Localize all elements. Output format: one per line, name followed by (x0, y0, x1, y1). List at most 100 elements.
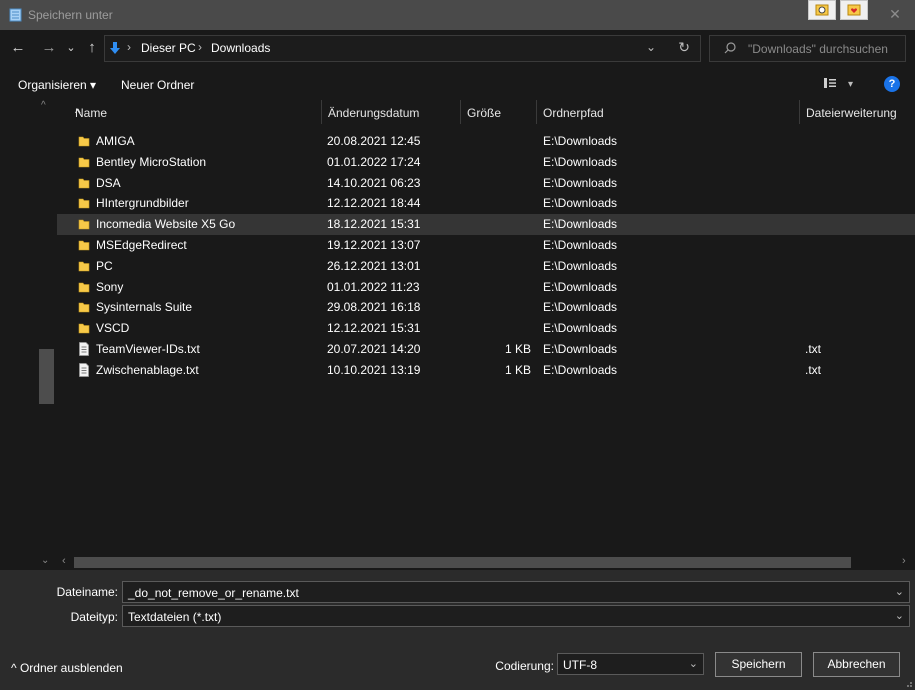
column-header-name-label: Name (75, 106, 108, 120)
file-date: 26.12.2021 13:01 (327, 258, 421, 273)
scrollbar-thumb[interactable] (39, 349, 54, 404)
file-row[interactable]: HIntergrundbilder 12.12.2021 18:44 E:\Down… (57, 193, 915, 214)
file-name: VSCD (96, 321, 130, 336)
save-button[interactable]: Speichern (715, 652, 802, 677)
file-name: HIntergrundbilder (96, 196, 189, 211)
file-name: TeamViewer-IDs.txt (96, 341, 200, 356)
file-date: 19.12.2021 13:07 (327, 237, 421, 252)
file-name: Sony (96, 279, 124, 294)
organize-menu-button[interactable]: Organisieren ▾ (18, 78, 96, 92)
file-row[interactable]: Sysinternals Suite 29.08.2021 16:18 E:\Dow… (57, 297, 915, 318)
help-icon[interactable]: ? (884, 76, 900, 92)
file-row[interactable]: Zwischenablage.txt 10.10.2021 13:19 1 KB E:… (57, 360, 915, 381)
scroll-down-icon[interactable]: ⌄ (41, 555, 49, 566)
file-row[interactable]: Incomedia Website X5 Go 18.12.2021 15:31 E… (57, 214, 915, 235)
filetype-value: Textdateien (*.txt) (128, 610, 222, 624)
file-row[interactable]: VSCD 12.12.2021 15:31 E:\Downloads (57, 318, 915, 339)
column-headers: ^ Name Änderungsdatum Größe Ordnerpfad D… (57, 100, 915, 124)
file-name: AMIGA (96, 134, 135, 148)
breadcrumb-downloads[interactable]: Downloads (211, 41, 270, 55)
file-path: E:\Downloads (543, 134, 618, 148)
close-icon[interactable]: ✕ (887, 6, 903, 22)
view-dropdown-icon[interactable]: ▾ (848, 79, 853, 90)
scroll-right-icon[interactable]: › (902, 555, 906, 567)
filename-value: _do_not_remove_or_rename.txt (128, 586, 299, 600)
file-row[interactable]: Sony 01.01.2022 11:23 E:\Downloads (57, 277, 915, 298)
text-file-icon (79, 362, 89, 377)
up-button[interactable]: ↑ (83, 39, 101, 57)
command-toolbar: Organisieren ▾ Neuer Ordner ▾ ? (0, 68, 915, 100)
filename-label: Dateiname: (56, 585, 118, 599)
file-row[interactable]: TeamViewer-IDs.txt 20.07.2021 14:20 1 KB E:… (57, 339, 915, 360)
column-header-name[interactable]: ^ Name (69, 100, 322, 124)
window-title: Speichern unter (28, 8, 113, 22)
file-row[interactable]: AMIGA 20.08.2021 12:45 E:\Downloads (57, 131, 915, 152)
folder-icon (78, 178, 90, 188)
favorite-folder-button[interactable] (840, 0, 868, 20)
scroll-left-icon[interactable]: ‹ (62, 555, 66, 567)
search-icon (724, 42, 736, 54)
file-name: Zwischenablage.txt (96, 362, 199, 377)
filetype-select[interactable]: Textdateien (*.txt) ⌄ (122, 605, 910, 627)
file-name: Bentley MicroStation (96, 154, 207, 169)
refresh-icon[interactable]: ↻ (678, 39, 690, 56)
address-bar[interactable]: › Dieser PC › Downloads ⌄ ↻ (104, 35, 701, 62)
column-header-date[interactable]: Änderungsdatum (322, 100, 461, 124)
file-date: 14.10.2021 06:23 (327, 175, 421, 190)
back-button[interactable]: ← (9, 39, 27, 57)
encoding-dropdown-icon[interactable]: ⌄ (689, 657, 698, 670)
forward-button[interactable]: → (40, 39, 58, 57)
column-header-path[interactable]: Ordnerpfad (537, 100, 800, 124)
file-path: E:\Downloads (543, 217, 618, 232)
breadcrumb-separator: › (127, 40, 131, 54)
file-path: E:\Downloads (543, 258, 618, 273)
navigation-pane-scrollbar[interactable]: ^ ⌄ (38, 100, 57, 570)
column-header-size-label: Größe (467, 106, 502, 120)
encoding-select[interactable]: UTF-8 ⌄ (557, 653, 704, 675)
column-header-date-label: Änderungsdatum (328, 106, 420, 120)
filetype-dropdown-icon[interactable]: ⌄ (895, 609, 904, 622)
file-date: 01.01.2022 17:24 (327, 154, 421, 169)
search-input[interactable]: "Downloads" durchsuchen (709, 35, 906, 62)
file-date: 12.12.2021 15:31 (327, 321, 421, 336)
file-path: E:\Downloads (543, 175, 618, 190)
file-size: 1 KB (504, 341, 531, 356)
column-header-extension[interactable]: Dateierweiterung (800, 100, 915, 124)
column-header-size[interactable]: Größe (461, 100, 537, 124)
resize-grip-icon[interactable] (903, 678, 913, 688)
column-header-path-label: Ordnerpfad (543, 106, 604, 120)
horizontal-scrollbar-thumb[interactable] (74, 557, 851, 568)
address-dropdown-icon[interactable]: ⌄ (646, 40, 656, 54)
history-dropdown-button[interactable]: ⌄ (62, 39, 80, 57)
scroll-up-icon[interactable]: ^ (41, 100, 46, 111)
file-path: E:\Downloads (543, 362, 618, 377)
heart-folder-icon (847, 4, 861, 16)
file-row[interactable]: MSEdgeRedirect 19.12.2021 13:07 E:\Downloa… (57, 235, 915, 256)
new-folder-button[interactable]: Neuer Ordner (121, 78, 194, 92)
file-list-horizontal-scrollbar[interactable]: ‹ › (57, 555, 915, 570)
file-path: E:\Downloads (543, 196, 618, 211)
folder-icon (78, 303, 90, 313)
file-row[interactable]: PC 26.12.2021 13:01 E:\Downloads (57, 256, 915, 277)
cancel-button[interactable]: Abbrechen (813, 652, 900, 677)
search-placeholder: "Downloads" durchsuchen (748, 42, 888, 56)
file-date: 10.10.2021 13:19 (327, 362, 421, 377)
file-row[interactable]: Bentley MicroStation 01.01.2022 17:24 E:\D… (57, 152, 915, 173)
recent-folder-button[interactable] (808, 0, 836, 20)
title-bar: Speichern unter ✕ (0, 0, 915, 30)
file-path: E:\Downloads (543, 300, 618, 315)
clock-folder-icon (815, 4, 829, 16)
hide-folders-button[interactable]: ^ Ordner ausblenden (11, 661, 123, 675)
file-list[interactable]: ^ Name Änderungsdatum Größe Ordnerpfad D… (57, 100, 915, 555)
file-path: E:\Downloads (543, 279, 618, 294)
file-name: Sysinternals Suite (96, 300, 193, 315)
file-date: 20.07.2021 14:20 (327, 341, 421, 356)
file-date: 12.12.2021 18:44 (327, 196, 421, 211)
filename-input[interactable]: _do_not_remove_or_rename.txt ⌄ (122, 581, 910, 603)
view-options-icon[interactable] (824, 78, 836, 88)
filename-dropdown-icon[interactable]: ⌄ (895, 585, 904, 598)
column-header-extension-label: Dateierweiterung (806, 106, 897, 120)
breadcrumb-this-pc[interactable]: Dieser PC (141, 41, 196, 55)
file-row[interactable]: DSA 14.10.2021 06:23 E:\Downloads (57, 173, 915, 194)
file-name: MSEdgeRedirect (96, 237, 187, 252)
